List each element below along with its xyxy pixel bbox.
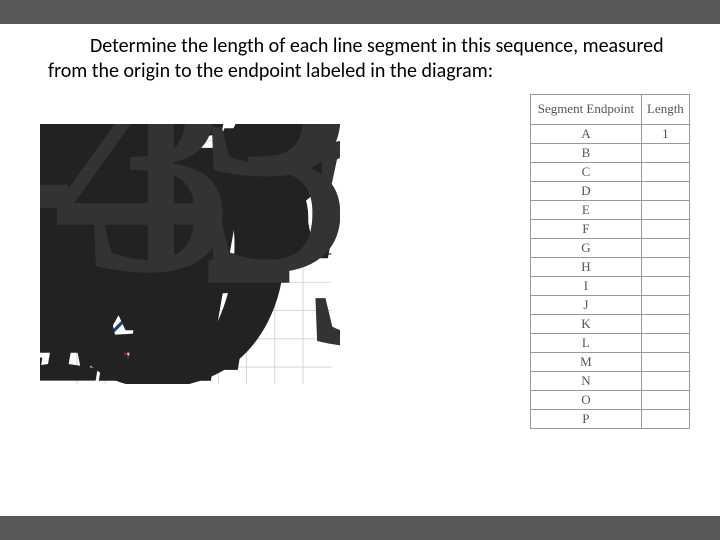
cell-endpoint: C [531, 163, 642, 182]
cell-endpoint: P [531, 410, 642, 429]
table-row: L [531, 334, 690, 353]
table-row: B [531, 144, 690, 163]
table-row: O [531, 391, 690, 410]
header-endpoint: Segment Endpoint [531, 95, 642, 125]
cell-length [641, 315, 689, 334]
cell-endpoint: K [531, 315, 642, 334]
cell-endpoint: J [531, 296, 642, 315]
y-tick-neg3: -3 [197, 124, 340, 384]
table-row: F [531, 220, 690, 239]
cell-endpoint: I [531, 277, 642, 296]
table-body: A1BCDEFGHIJKLMNOP [531, 125, 690, 429]
cell-endpoint: A [531, 125, 642, 144]
table-row: P [531, 410, 690, 429]
table-row: M [531, 353, 690, 372]
table-row: I [531, 277, 690, 296]
table-row: H [531, 258, 690, 277]
segment-length-table: Segment Endpoint Length A1BCDEFGHIJKLMNO… [530, 94, 690, 429]
table-row: K [531, 315, 690, 334]
cell-length [641, 258, 689, 277]
cell-length [641, 372, 689, 391]
table-row: A1 [531, 125, 690, 144]
cell-endpoint: O [531, 391, 642, 410]
cell-length [641, 296, 689, 315]
table-row: G [531, 239, 690, 258]
spiral-svg: ABCDEFGHIJKLMNOP -4 -3 3 3 -3 [40, 124, 340, 384]
slide-bottom-bar [0, 516, 720, 540]
cell-length [641, 163, 689, 182]
cell-length [641, 182, 689, 201]
cell-endpoint: E [531, 201, 642, 220]
table-row: D [531, 182, 690, 201]
cell-length [641, 144, 689, 163]
cell-endpoint: H [531, 258, 642, 277]
cell-endpoint: G [531, 239, 642, 258]
cell-length [641, 334, 689, 353]
question-body: Determine the length of each line segmen… [48, 34, 664, 83]
table-row: E [531, 201, 690, 220]
cell-length [641, 410, 689, 429]
length-table: Segment Endpoint Length A1BCDEFGHIJKLMNO… [530, 94, 690, 429]
table-row: N [531, 372, 690, 391]
cell-length [641, 277, 689, 296]
table-row: C [531, 163, 690, 182]
cell-length [641, 201, 689, 220]
cell-endpoint: L [531, 334, 642, 353]
question-text: Determine the length of each line segmen… [0, 24, 720, 94]
cell-endpoint: D [531, 182, 642, 201]
spiral-diagram: ABCDEFGHIJKLMNOP -4 -3 3 3 -3 [40, 124, 340, 384]
cell-endpoint: B [531, 144, 642, 163]
table-row: J [531, 296, 690, 315]
header-length: Length [641, 95, 689, 125]
cell-endpoint: F [531, 220, 642, 239]
cell-endpoint: M [531, 353, 642, 372]
cell-length [641, 239, 689, 258]
cell-length: 1 [641, 125, 689, 144]
cell-length [641, 353, 689, 372]
slide-top-bar [0, 0, 720, 24]
cell-length [641, 220, 689, 239]
cell-length [641, 391, 689, 410]
cell-endpoint: N [531, 372, 642, 391]
table-header-row: Segment Endpoint Length [531, 95, 690, 125]
